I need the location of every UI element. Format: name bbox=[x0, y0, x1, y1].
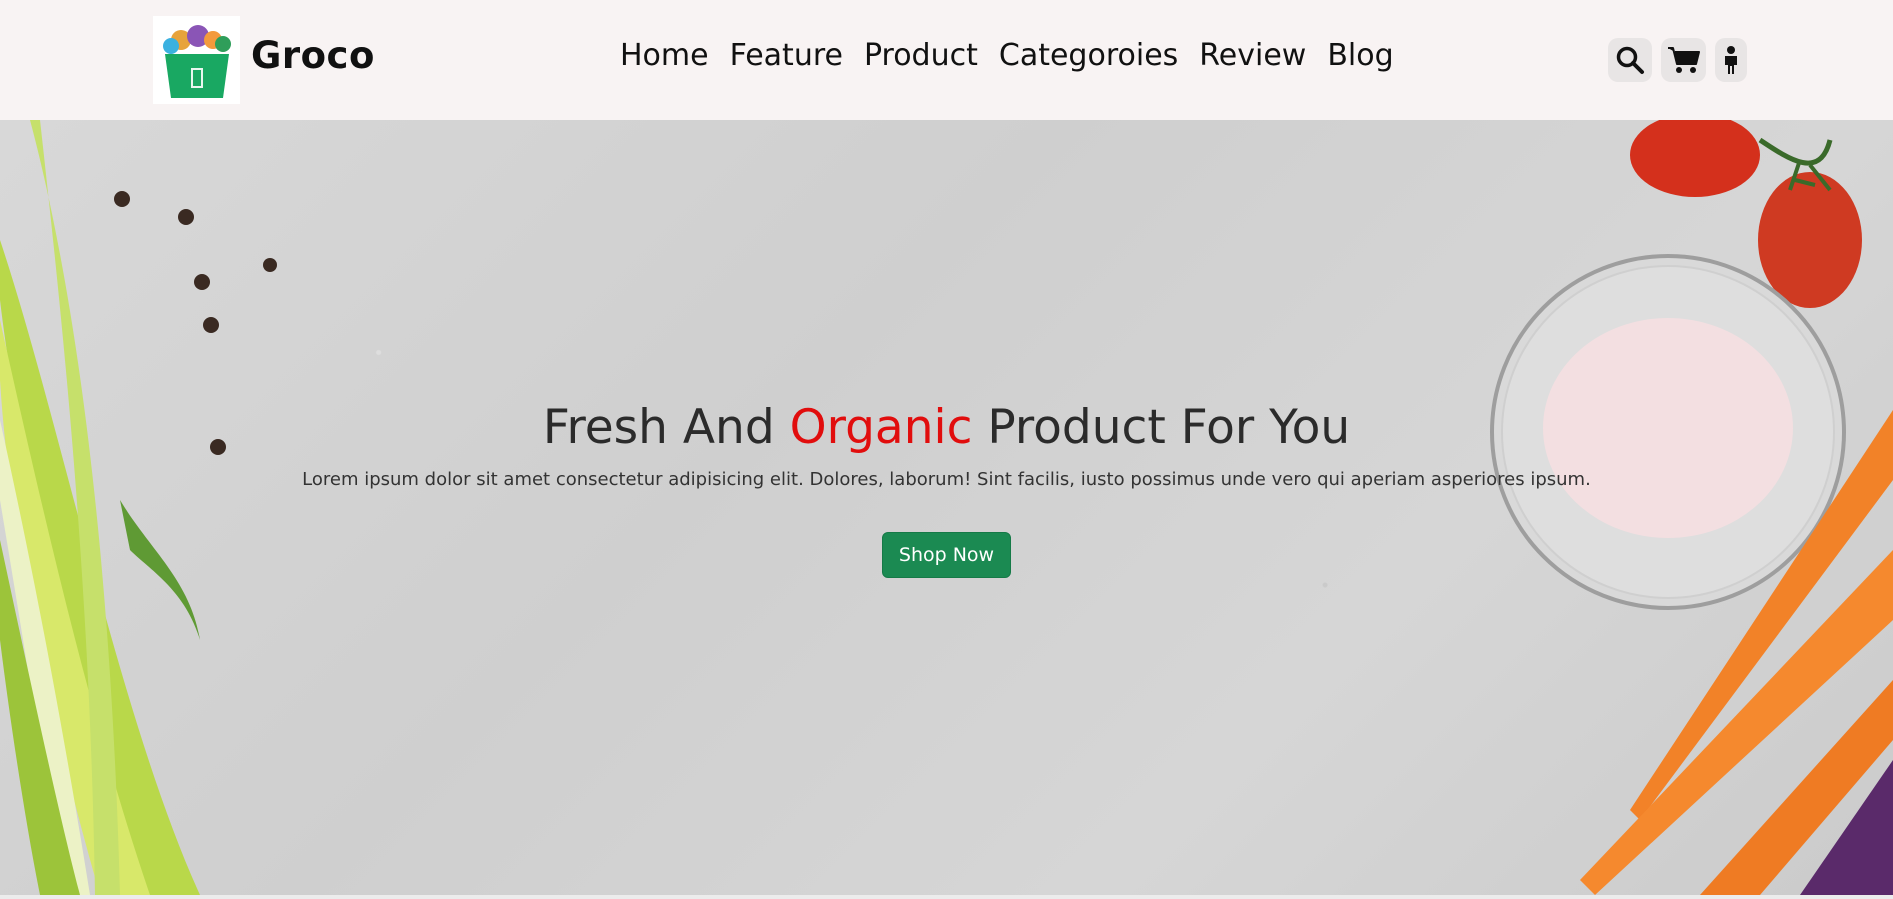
nav-feature[interactable]: Feature bbox=[730, 38, 843, 73]
shop-now-button[interactable]: Shop Now bbox=[881, 532, 1012, 578]
top-navbar: Groco Home Feature Product Categoroies R… bbox=[0, 0, 1893, 120]
hero-title: Fresh And Organic Product For You bbox=[0, 400, 1893, 455]
search-button[interactable] bbox=[1608, 38, 1652, 82]
hero-content: Fresh And Organic Product For You Lorem … bbox=[0, 400, 1893, 578]
hero-title-part2: Product For You bbox=[972, 400, 1351, 455]
basket-logo-icon bbox=[163, 25, 231, 98]
cart-icon bbox=[1667, 47, 1700, 73]
main-nav: Home Feature Product Categoroies Review … bbox=[620, 38, 1394, 73]
user-icon bbox=[1725, 46, 1737, 74]
hero-banner: Fresh And Organic Product For You Lorem … bbox=[0, 120, 1893, 895]
nav-blog[interactable]: Blog bbox=[1327, 38, 1393, 73]
nav-home[interactable]: Home bbox=[620, 38, 709, 73]
groco-logo[interactable] bbox=[153, 16, 240, 104]
hero-bottom-border bbox=[0, 895, 1893, 899]
hero-title-part1: Fresh And bbox=[542, 400, 790, 455]
nav-product[interactable]: Product bbox=[864, 38, 978, 73]
user-button[interactable] bbox=[1715, 38, 1747, 82]
hero-title-accent: Organic bbox=[789, 400, 973, 455]
nav-icon-group bbox=[1608, 38, 1747, 82]
nav-review[interactable]: Review bbox=[1199, 38, 1306, 73]
hero-subtitle: Lorem ipsum dolor sit amet consectetur a… bbox=[302, 469, 1591, 490]
brand-name[interactable]: Groco bbox=[251, 34, 375, 77]
cart-button[interactable] bbox=[1661, 38, 1706, 82]
nav-categories[interactable]: Categoroies bbox=[999, 38, 1178, 73]
search-icon bbox=[1616, 46, 1644, 74]
